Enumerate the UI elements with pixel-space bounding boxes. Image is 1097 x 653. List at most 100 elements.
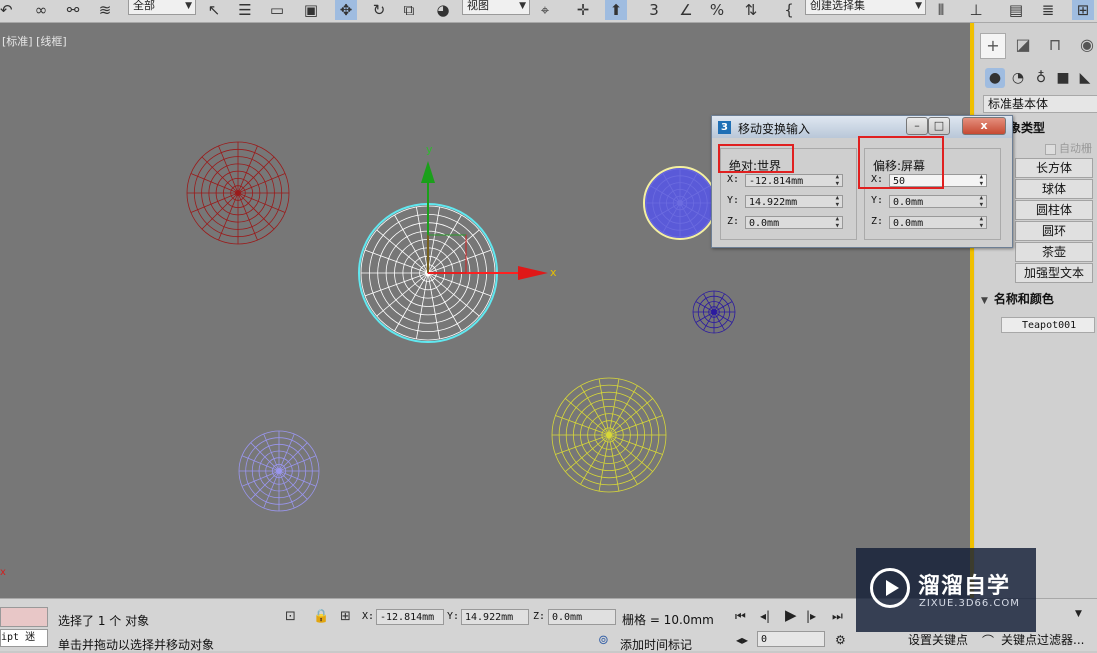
red-sphere[interactable] <box>186 141 290 245</box>
named-selection-value: 创建选择集 <box>810 0 865 12</box>
viewport-label[interactable]: [标准] [线框] <box>2 33 67 49</box>
torus-button[interactable]: 圆环 <box>1015 221 1093 241</box>
layer-explorer-icon[interactable]: ▤ <box>1005 0 1027 20</box>
spinner-arrows-icon[interactable]: ▴ ▾ <box>979 215 984 231</box>
mirror-icon[interactable]: ⫴ <box>930 0 952 20</box>
link-icon[interactable]: ∞ <box>30 0 52 20</box>
autogrid-checkbox[interactable]: 自动栅 <box>1045 140 1092 156</box>
percent-snap-icon[interactable]: % <box>706 0 728 20</box>
key-icon[interactable]: ⌒ <box>982 632 994 649</box>
spinner-arrows-icon[interactable]: ▴ ▾ <box>835 173 840 189</box>
next-frame-icon[interactable]: |▸ <box>806 609 816 623</box>
object-type-rollout-header[interactable]: 象类型 <box>1009 119 1045 137</box>
cameras-icon[interactable]: ■ <box>1053 68 1073 88</box>
add-time-tag-button[interactable]: 添加时间标记 <box>620 636 692 653</box>
edit-named-selection-icon[interactable]: { <box>778 0 800 20</box>
spinner-arrows-icon[interactable]: ▴ ▾ <box>979 173 984 189</box>
select-and-move-icon[interactable]: ✥ <box>335 0 357 20</box>
set-key-button[interactable]: 设置关键点 <box>908 631 968 648</box>
go-to-start-icon[interactable]: ⏮ <box>735 609 746 624</box>
maxscript-mini-listener[interactable]: ipt 迷 <box>0 629 48 647</box>
current-frame-field[interactable]: 0 <box>757 631 825 647</box>
select-and-scale-icon[interactable]: ⧉ <box>398 0 420 20</box>
text-plus-button[interactable]: 加强型文本 <box>1015 263 1093 283</box>
lock-selection-icon[interactable]: 🔒 <box>313 609 329 624</box>
key-filters-button[interactable]: 关键点过滤器... <box>1001 631 1084 648</box>
maximize-button[interactable]: □ <box>928 117 950 135</box>
time-config-icon[interactable]: ⚙ <box>835 633 846 647</box>
layers-icon[interactable]: ≣ <box>1037 0 1059 20</box>
minimize-button[interactable]: – <box>906 117 928 135</box>
absolute-x-spinner[interactable]: -12.814mm ▴ ▾ <box>745 173 843 189</box>
maxscript-listener[interactable] <box>0 607 48 627</box>
absolute-x-row: X: -12.814mm ▴ ▾ <box>721 173 856 189</box>
object-name-field[interactable]: Teapot001 <box>1001 317 1095 333</box>
create-tab-icon[interactable]: + <box>980 33 1006 59</box>
previous-frame-icon[interactable]: ◂| <box>760 609 770 623</box>
absolute-y-spinner[interactable]: 14.922mm ▴ ▾ <box>745 194 843 210</box>
spinner-snap-icon[interactable]: ⇅ <box>740 0 762 20</box>
perspective-viewport[interactable]: y x x [标准] [线框] <box>0 23 970 598</box>
coord-x-field[interactable]: -12.814mm <box>376 609 444 625</box>
window-crossing-icon[interactable]: ▣ <box>300 0 322 20</box>
box-button[interactable]: 长方体 <box>1015 158 1093 178</box>
keyboard-shortcut-override-icon[interactable]: ⬆ <box>605 0 627 20</box>
chevron-down-icon[interactable]: ▼ <box>1075 609 1082 619</box>
modify-tab-icon[interactable]: ◪ <box>1011 33 1035 57</box>
blue-sphere[interactable] <box>643 166 717 240</box>
align-icon[interactable]: ⊥ <box>965 0 987 20</box>
motion-tab-icon[interactable]: ◉ <box>1075 33 1097 57</box>
named-selection-dropdown[interactable]: 创建选择集 ▼ <box>805 0 926 15</box>
sphere-button[interactable]: 球体 <box>1015 179 1093 199</box>
spinner-arrows-icon[interactable]: ▴ ▾ <box>835 194 840 210</box>
spinner-arrows-icon[interactable]: ▴ ▾ <box>979 194 984 210</box>
spinner-arrows-icon[interactable]: ▴ ▾ <box>835 215 840 231</box>
selection-filter-dropdown[interactable]: 全部 ▼ <box>128 0 196 15</box>
name-color-rollout-header[interactable]: ▼ 名称和颜色 <box>981 290 1054 308</box>
pivot-center-icon[interactable]: ⌖ <box>534 0 556 20</box>
offset-y-value: 0.0mm <box>893 197 924 208</box>
reference-coordinate-dropdown[interactable]: 视图 ▼ <box>462 0 530 15</box>
gizmo-x-arrow-icon[interactable] <box>518 266 548 280</box>
angle-snap-icon[interactable]: ∠ <box>675 0 697 20</box>
move-gizmo[interactable]: y x <box>421 143 557 280</box>
lights-icon[interactable]: ♁ <box>1031 68 1051 88</box>
play-icon[interactable]: ▶ <box>785 606 797 624</box>
select-by-name-icon[interactable]: ☰ <box>234 0 256 20</box>
hierarchy-tab-icon[interactable]: ⊓ <box>1043 33 1067 57</box>
key-mode-icon[interactable]: ◂▸ <box>736 633 748 647</box>
unlink-icon[interactable]: ⚯ <box>62 0 84 20</box>
cylinder-button[interactable]: 圆柱体 <box>1015 200 1093 220</box>
dialog-titlebar[interactable]: 3 移动变换输入 – □ x <box>712 116 1012 138</box>
absolute-z-spinner[interactable]: 0.0mm ▴ ▾ <box>745 215 843 231</box>
coord-y-field[interactable]: 14.922mm <box>461 609 529 625</box>
absolute-mode-icon[interactable]: ⊞ <box>340 609 351 624</box>
manipulate-icon[interactable]: ✛ <box>572 0 594 20</box>
offset-y-spinner[interactable]: 0.0mm ▴ ▾ <box>889 194 987 210</box>
teapot-button[interactable]: 茶壶 <box>1015 242 1093 262</box>
bind-spacewarp-icon[interactable]: ≋ <box>94 0 116 20</box>
scene-explorer-icon[interactable]: ⊞ <box>1072 0 1094 20</box>
select-and-rotate-icon[interactable]: ↻ <box>368 0 390 20</box>
autogrid-label: 自动栅 <box>1059 142 1092 155</box>
placement-icon[interactable]: ◕ <box>432 0 454 20</box>
go-to-end-icon[interactable]: ⏭ <box>832 609 843 624</box>
gizmo-y-arrow-icon[interactable] <box>421 161 435 183</box>
viewport-scene: y x x <box>0 141 736 578</box>
yellow-sphere[interactable] <box>551 377 667 493</box>
geometry-icon[interactable]: ● <box>985 68 1005 88</box>
undo-icon[interactable]: ↶ <box>0 0 13 20</box>
helpers-icon[interactable]: ◣ <box>1075 68 1095 88</box>
rectangular-selection-icon[interactable]: ▭ <box>266 0 288 20</box>
small-purple-sphere[interactable] <box>692 290 736 334</box>
close-button[interactable]: x <box>962 117 1006 135</box>
lavender-sphere[interactable] <box>238 430 320 512</box>
coord-z-field[interactable]: 0.0mm <box>548 609 616 625</box>
category-dropdown[interactable]: 标准基本体 <box>983 95 1097 113</box>
time-tag-icon[interactable]: ⊚ <box>598 633 609 648</box>
shapes-icon[interactable]: ◔ <box>1008 68 1028 88</box>
offset-z-spinner[interactable]: 0.0mm ▴ ▾ <box>889 215 987 231</box>
isolate-selection-icon[interactable]: ⊡ <box>285 609 296 624</box>
snaps-toggle-icon[interactable]: 3 <box>643 0 665 20</box>
select-object-icon[interactable]: ↖ <box>203 0 225 20</box>
